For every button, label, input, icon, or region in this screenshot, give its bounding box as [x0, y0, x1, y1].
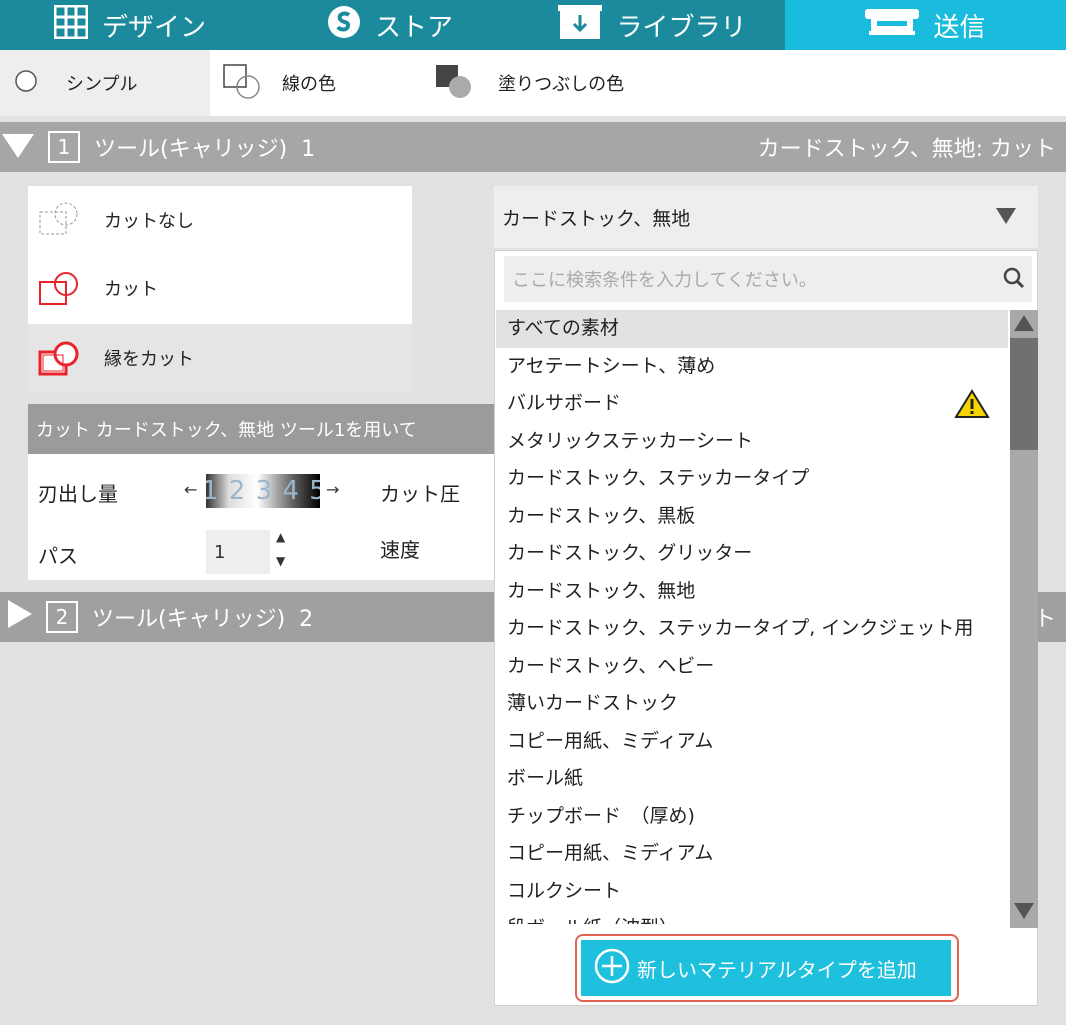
material-list-item[interactable]: カードストック、無地 — [496, 573, 1008, 611]
material-list-item[interactable]: コルクシート — [496, 873, 1008, 911]
tab-library[interactable]: ライブラリ — [520, 0, 785, 50]
tab-design-label: デザイン — [101, 12, 206, 43]
fill-color-label: 塗りつぶしの色 — [498, 74, 625, 95]
line-color-label: 線の色 — [282, 74, 336, 95]
fill-color-icon — [434, 63, 474, 104]
scroll-down-icon[interactable] — [1013, 902, 1035, 924]
blade-depth-dial[interactable]: 1 2 3 4 5 — [206, 474, 320, 508]
material-list: すべての素材 アセテートシート、薄め バルサボード メタリックステッカーシート … — [496, 310, 1008, 924]
tab-send-label: 送信 — [933, 12, 986, 43]
material-select[interactable]: カードストック、無地 — [494, 186, 1038, 248]
cut-edge-icon — [36, 338, 88, 378]
material-scrollbar[interactable] — [1010, 310, 1038, 928]
top-navigation: デザイン ストア ライブラリ 送信 — [0, 0, 1066, 50]
material-list-item[interactable]: バルサボード — [496, 385, 1008, 423]
radio-icon — [14, 69, 38, 98]
blade-digits: 1 2 3 4 5 — [206, 476, 320, 506]
mode-simple[interactable]: シンプル — [0, 50, 210, 116]
add-material-button[interactable]: 新しいマテリアルタイプを追加 — [581, 940, 951, 996]
blade-left-arrow-icon[interactable]: ← — [184, 480, 197, 499]
material-list-item[interactable]: カードストック、ヘビー — [496, 648, 1008, 686]
mode-fill-color[interactable]: 塗りつぶしの色 — [430, 50, 690, 116]
material-list-item[interactable]: コピー用紙、ミディアム — [496, 723, 1008, 761]
cut-option-cut-edge[interactable]: 縁をカット — [28, 324, 412, 392]
expand-triangle-icon — [6, 598, 34, 636]
plus-circle-icon — [593, 947, 631, 990]
material-list-item[interactable]: カードストック、ステッカータイプ — [496, 460, 1008, 498]
cut-option-no-cut[interactable]: カットなし — [28, 186, 412, 254]
scroll-up-icon[interactable] — [1013, 314, 1035, 336]
material-list-item-label: バルサボード — [507, 392, 622, 414]
passes-stepper[interactable]: 1 — [206, 530, 270, 574]
add-material-label: 新しいマテリアルタイプを追加 — [637, 957, 917, 982]
material-list-item[interactable]: カードストック、グリッター — [496, 535, 1008, 573]
tool1-number: 1 — [48, 131, 80, 163]
cutter-machine-icon — [865, 7, 920, 44]
material-list-item[interactable]: カードストック、黒板 — [496, 498, 1008, 536]
stepper-down-icon[interactable]: ▼ — [276, 554, 285, 568]
tool1-label: ツール(キャリッジ) 1 — [94, 137, 316, 162]
tab-library-label: ライブラリ — [616, 12, 747, 43]
material-list-item[interactable]: コピー用紙、ミディアム — [496, 835, 1008, 873]
tool1-header[interactable]: 1 ツール(キャリッジ) 1 カードストック、無地: カット — [0, 122, 1066, 172]
blade-right-arrow-icon[interactable]: → — [326, 480, 339, 499]
stepper-up-icon[interactable]: ▲ — [276, 530, 285, 544]
settings-header: カット カードストック、無地 ツール1を用いて — [28, 404, 498, 454]
scroll-thumb[interactable] — [1010, 338, 1038, 450]
cut-icon — [36, 268, 88, 308]
search-icon[interactable] — [1002, 266, 1026, 295]
tab-design[interactable]: デザイン — [0, 0, 260, 50]
cut-option-cut[interactable]: カット — [28, 254, 412, 322]
collapse-triangle-icon — [0, 130, 36, 164]
mode-simple-label: シンプル — [66, 74, 138, 95]
cut-edge-label: 縁をカット — [104, 349, 194, 370]
material-list-item[interactable]: 段ボール紙（波型） — [496, 910, 1008, 924]
material-list-item[interactable]: カードストック、ステッカータイプ, インクジェット用 — [496, 610, 1008, 648]
tab-store-label: ストア — [374, 12, 453, 43]
search-placeholder: ここに検索条件を入力してください。 — [512, 270, 817, 291]
material-list-item[interactable]: ボール紙 — [496, 760, 1008, 798]
dropdown-arrow-icon — [994, 206, 1018, 231]
library-download-icon — [558, 4, 603, 46]
passes-value: 1 — [214, 542, 226, 563]
tool2-number: 2 — [46, 601, 78, 633]
material-list-item[interactable]: すべての素材 — [496, 310, 1008, 348]
material-list-item[interactable]: アセテートシート、薄め — [496, 348, 1008, 386]
cut-options-panel: カットなし カット 縁をカット — [28, 186, 412, 392]
grid-icon — [53, 4, 89, 46]
no-cut-icon — [36, 200, 88, 240]
line-color-icon — [222, 63, 262, 104]
tool2-label: ツール(キャリッジ) 2 — [92, 607, 314, 632]
passes-label: パス — [38, 544, 78, 568]
no-cut-label: カットなし — [104, 211, 194, 232]
material-list-item[interactable]: 薄いカードストック — [496, 685, 1008, 723]
tab-send[interactable]: 送信 — [785, 0, 1066, 50]
mode-line-color[interactable]: 線の色 — [210, 50, 430, 116]
material-search-input[interactable]: ここに検索条件を入力してください。 — [504, 256, 1032, 302]
cut-label: カット — [104, 279, 158, 300]
silhouette-s-icon — [327, 5, 361, 46]
tab-store[interactable]: ストア — [260, 0, 520, 50]
material-list-item[interactable]: メタリックステッカーシート — [496, 423, 1008, 461]
pressure-label: カット圧 — [380, 482, 460, 506]
material-selected-value: カードストック、無地 — [502, 207, 691, 230]
blade-label: 刃出し量 — [38, 482, 118, 506]
material-list-item[interactable]: チップボード （厚め) — [496, 798, 1008, 836]
mode-tabs-strip: 線の色 塗りつぶしの色 — [210, 50, 1066, 116]
tool1-summary: カードストック、無地: カット — [757, 137, 1056, 162]
cut-settings: 刃出し量 ← 1 2 3 4 5 → カット圧 パス 1 ▲ ▼ 速度 — [28, 454, 498, 580]
mode-bar: シンプル 線の色 塗りつぶしの色 — [0, 50, 1066, 116]
speed-label: 速度 — [380, 538, 420, 562]
